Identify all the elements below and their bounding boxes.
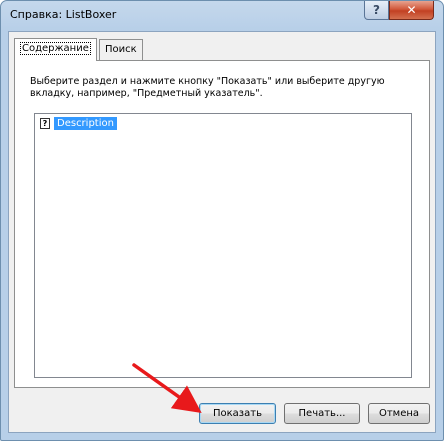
tab-search[interactable]: Поиск [99,39,143,60]
tab-contents-label: Содержание [20,42,91,55]
contents-panel: Выберите раздел и нажмите кнопку "Показа… [14,60,430,388]
help-title-button[interactable]: ? [364,1,389,20]
dialog-client-area: Содержание Поиск Выберите раздел и нажми… [8,31,436,433]
tree-item-label: Description [54,117,117,130]
window-title: Справка: ListBoxer [10,8,117,21]
close-button[interactable]: ✕ [389,1,434,20]
print-button[interactable]: Печать... [284,403,360,424]
help-topic-icon: ? [40,118,50,129]
tree-item-description[interactable]: ? Description [40,117,117,130]
show-button[interactable]: Показать [199,403,276,424]
tab-search-label: Поиск [105,44,137,55]
cancel-button[interactable]: Отмена [368,403,430,424]
instructions-text: Выберите раздел и нажмите кнопку "Показа… [30,76,385,99]
help-window: Справка: ListBoxer ? ✕ Содержание Поиск … [0,0,444,441]
tab-contents[interactable]: Содержание [14,38,97,61]
title-bar[interactable]: Справка: ListBoxer ? ✕ [1,1,443,31]
topics-tree[interactable]: ? Description [34,113,412,378]
